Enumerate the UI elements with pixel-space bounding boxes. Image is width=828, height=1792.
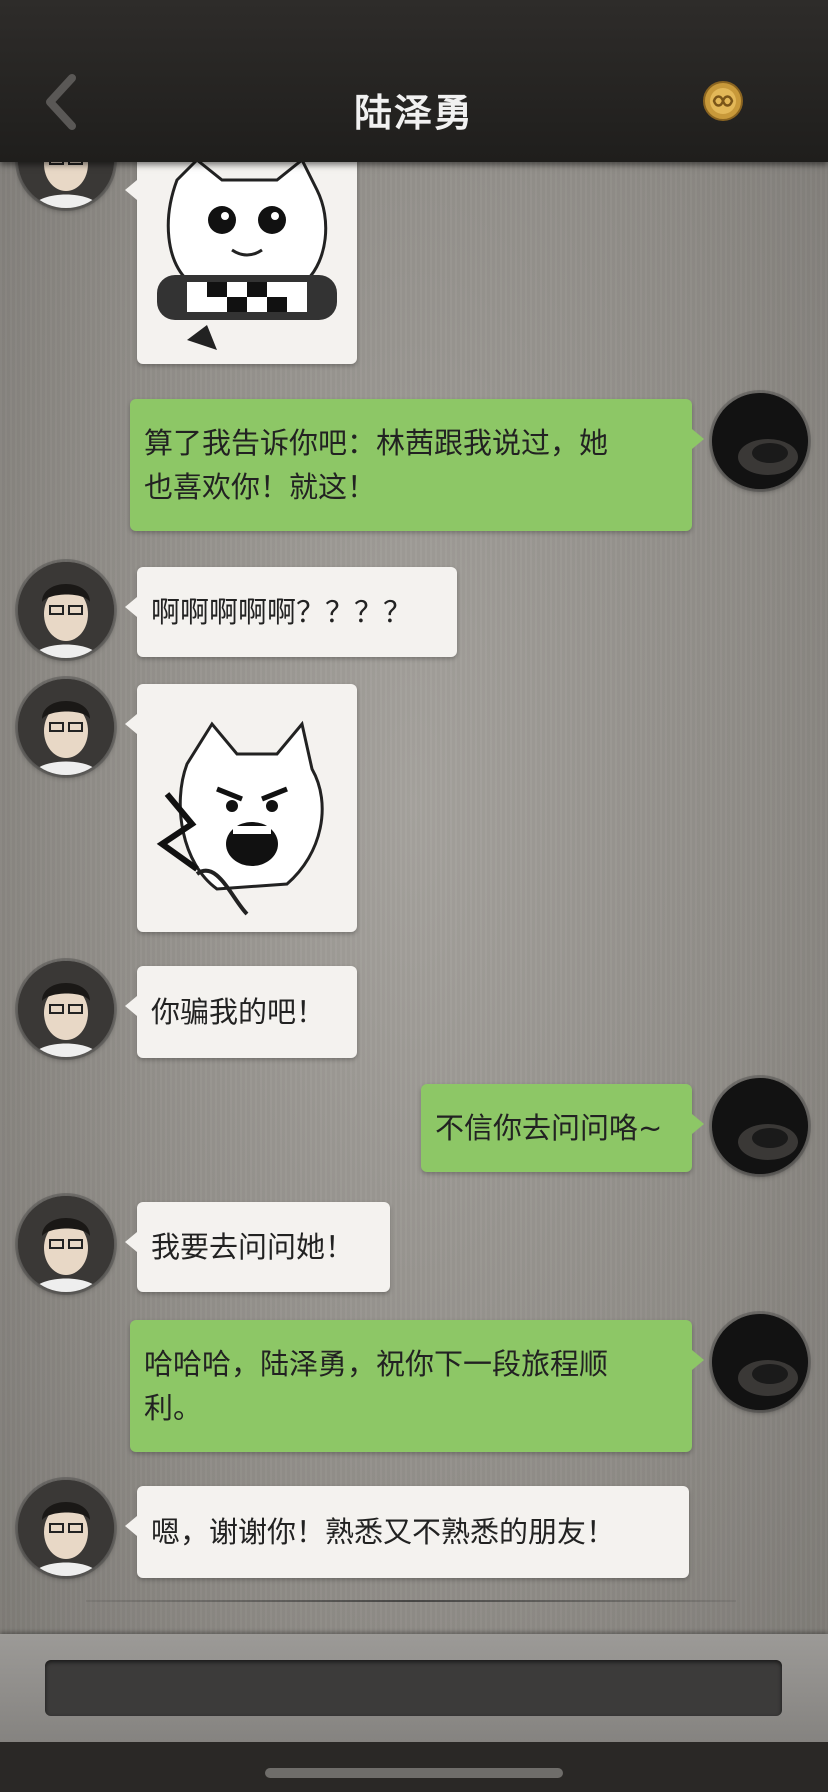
message-bubble-incoming[interactable]: 啊啊啊啊啊？？？？ <box>125 567 457 657</box>
message-text: 我要去问问她！ <box>151 1230 355 1264</box>
cat-sticker-grimace[interactable] <box>125 150 357 364</box>
contact-avatar[interactable] <box>18 1196 114 1292</box>
message-text: 不信你去问问咯~ <box>435 1111 663 1145</box>
contact-avatar[interactable] <box>18 679 114 775</box>
chat-end-divider <box>86 1600 736 1602</box>
contact-avatar[interactable] <box>18 1480 114 1576</box>
message-text: 算了我告诉你吧：林茜跟我说过，她 <box>144 426 609 460</box>
message-text: 也喜欢你！就这！ <box>144 470 377 504</box>
my-avatar[interactable] <box>712 393 808 489</box>
message-input[interactable] <box>45 1660 782 1716</box>
message-text: 利。 <box>144 1391 203 1425</box>
message-bubble-outgoing[interactable]: 哈哈哈，陆泽勇，祝你下一段旅程顺 利。 <box>130 1320 704 1452</box>
message-bubble-incoming[interactable]: 嗯，谢谢你！熟悉又不熟悉的朋友！ <box>125 1486 689 1578</box>
message-bubble-incoming[interactable]: 我要去问问她！ <box>125 1202 390 1292</box>
home-indicator[interactable] <box>265 1768 563 1778</box>
gold-coin-infinity-icon[interactable] <box>702 80 744 122</box>
contact-avatar[interactable] <box>18 961 114 1057</box>
top-bar: 陆泽勇 <box>0 0 828 162</box>
my-avatar[interactable] <box>712 1078 808 1174</box>
message-text: 你骗我的吧！ <box>151 995 326 1029</box>
message-text: 哈哈哈，陆泽勇，祝你下一段旅程顺 <box>144 1347 609 1381</box>
cat-sticker-shout[interactable] <box>125 684 357 932</box>
contact-avatar[interactable] <box>18 562 114 658</box>
my-avatar[interactable] <box>712 1314 808 1410</box>
message-bubble-outgoing[interactable]: 算了我告诉你吧：林茜跟我说过，她 也喜欢你！就这！ <box>130 399 704 531</box>
message-bubble-incoming[interactable]: 你骗我的吧！ <box>125 966 357 1058</box>
bottom-safe-area <box>0 1742 828 1792</box>
message-text: 嗯，谢谢你！熟悉又不熟悉的朋友！ <box>151 1515 616 1549</box>
message-text: 啊啊啊啊啊？？？？ <box>151 595 413 629</box>
message-bubble-outgoing[interactable]: 不信你去问问咯~ <box>421 1084 704 1172</box>
